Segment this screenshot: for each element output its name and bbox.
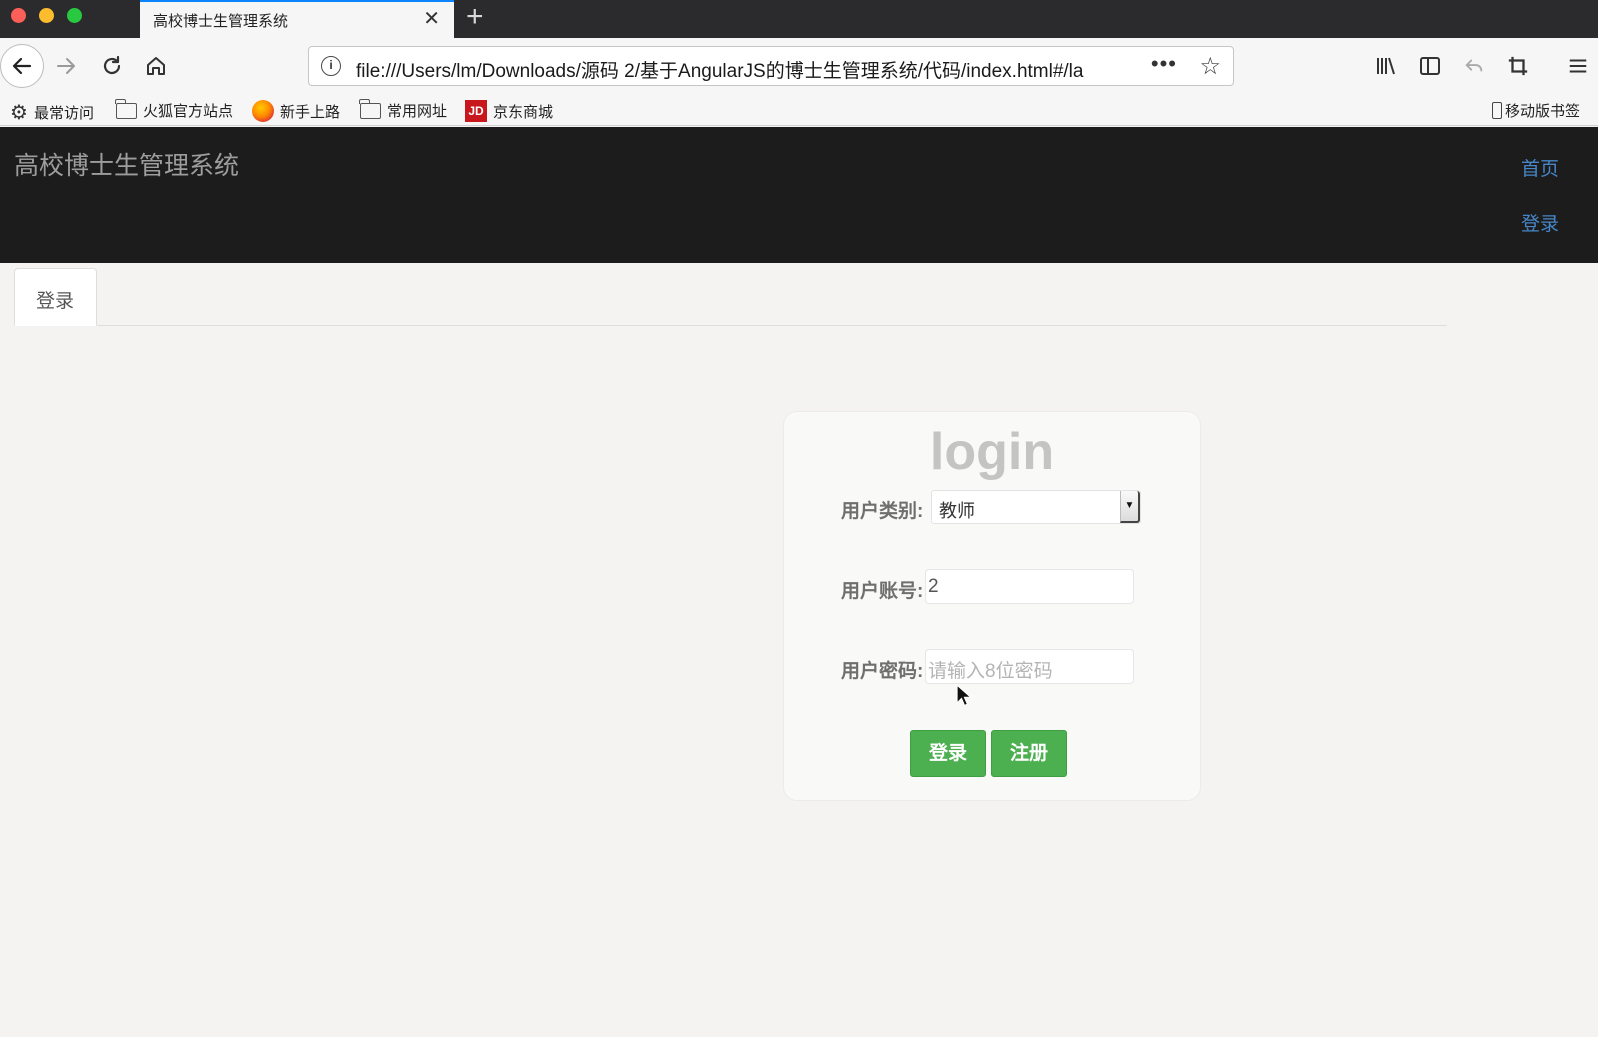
hamburger-glyph — [1569, 59, 1587, 73]
account-input[interactable]: 2 — [925, 569, 1134, 604]
app-header: 高校博士生管理系统 首页 登录 — [0, 127, 1598, 263]
browser-toolbar: i file:///Users/lm/Downloads/源码 2/基于Angu… — [0, 38, 1598, 94]
screenshot-crop-icon[interactable] — [1500, 48, 1536, 84]
window-zoom-button[interactable] — [67, 8, 82, 23]
home-icon — [147, 57, 165, 75]
nav-login-link[interactable]: 登录 — [1521, 209, 1559, 236]
bookmark-label: 京东商城 — [493, 103, 554, 121]
browser-tab-strip: 高校博士生管理系统 ✕ + — [0, 0, 1598, 38]
bookmarks-bar: ⚙ 最常访问 火狐官方站点 新手上路 常用网址 JD 京东商城 移动版书签 — [0, 94, 1598, 126]
bookmark-label: 最常访问 — [33, 105, 94, 122]
undo-glyph — [1465, 59, 1483, 72]
mobile-bookmarks[interactable]: 移动版书签 — [1492, 100, 1580, 121]
register-button[interactable]: 注册 — [991, 730, 1067, 777]
reload-icon — [103, 55, 121, 75]
mobile-bookmarks-label: 移动版书签 — [1505, 103, 1581, 120]
user-type-label: 用户类别: — [841, 501, 924, 522]
window-minimize-button[interactable] — [39, 8, 54, 23]
forward-arrow-icon — [57, 58, 75, 74]
password-input[interactable]: 请输入8位密码 — [925, 649, 1134, 684]
window-close-button[interactable] — [11, 8, 26, 23]
gear-icon: ⚙ — [10, 102, 28, 124]
library-icon[interactable] — [1368, 48, 1404, 84]
bookmark-most-visited[interactable]: ⚙ 最常访问 — [10, 100, 94, 125]
user-type-value: 教师 — [939, 501, 975, 521]
login-button[interactable]: 登录 — [910, 730, 986, 777]
phone-icon — [1492, 102, 1502, 119]
bookmark-jd[interactable]: JD 京东商城 — [465, 100, 553, 122]
login-title: login — [929, 423, 1055, 481]
reload-button[interactable] — [94, 48, 130, 84]
menu-icon[interactable] — [1560, 48, 1596, 84]
forward-button[interactable] — [48, 48, 84, 84]
bookmark-firefox-site[interactable]: 火狐官方站点 — [115, 98, 234, 121]
bookmark-label: 火狐官方站点 — [143, 103, 234, 120]
url-text[interactable]: file:///Users/lm/Downloads/源码 2/基于Angula… — [356, 56, 1112, 83]
password-label: 用户密码: — [841, 661, 924, 682]
login-panel: login 用户类别: 教师 ▼ 用户账号: 2 用户密码: 请输入8位密码 登… — [783, 411, 1201, 801]
bookmark-getting-started[interactable]: 新手上路 — [252, 100, 340, 122]
home-button[interactable] — [138, 48, 174, 84]
app-brand[interactable]: 高校博士生管理系统 — [14, 146, 239, 182]
page-actions-icon[interactable]: ••• — [1151, 51, 1177, 77]
user-type-select[interactable]: 教师 ▼ — [931, 490, 1141, 524]
bookmark-common-sites[interactable]: 常用网址 — [359, 98, 448, 121]
browser-tab-title: 高校博士生管理系统 — [153, 13, 289, 30]
firefox-icon — [252, 100, 274, 122]
jd-icon: JD — [465, 100, 487, 122]
bookmark-label: 新手上路 — [280, 103, 341, 121]
nav-home-link[interactable]: 首页 — [1521, 154, 1559, 181]
crop-glyph — [1508, 56, 1528, 76]
folder-icon — [115, 98, 137, 119]
bookmark-star-icon[interactable]: ☆ — [1199, 52, 1221, 81]
library-glyph — [1377, 57, 1395, 75]
undo-icon[interactable] — [1456, 48, 1492, 84]
close-tab-icon[interactable]: ✕ — [423, 8, 440, 30]
account-label: 用户账号: — [841, 581, 924, 602]
tab-login[interactable]: 登录 — [14, 268, 97, 326]
site-info-icon[interactable]: i — [321, 56, 341, 76]
sidebar-icon[interactable] — [1412, 48, 1448, 84]
chevron-down-icon: ▼ — [1120, 491, 1140, 523]
url-bar[interactable]: i file:///Users/lm/Downloads/源码 2/基于Angu… — [308, 46, 1234, 86]
back-button[interactable] — [0, 44, 44, 88]
page-tabs: 登录 — [14, 268, 1447, 326]
tab-login-label: 登录 — [36, 291, 75, 312]
mouse-cursor-icon — [956, 684, 972, 707]
bookmark-label: 常用网址 — [387, 103, 448, 120]
back-arrow-icon — [12, 57, 32, 75]
folder-icon — [359, 98, 381, 119]
browser-tab[interactable]: 高校博士生管理系统 ✕ — [140, 0, 454, 38]
sidebar-glyph — [1420, 57, 1440, 75]
new-tab-button[interactable]: + — [466, 2, 484, 32]
